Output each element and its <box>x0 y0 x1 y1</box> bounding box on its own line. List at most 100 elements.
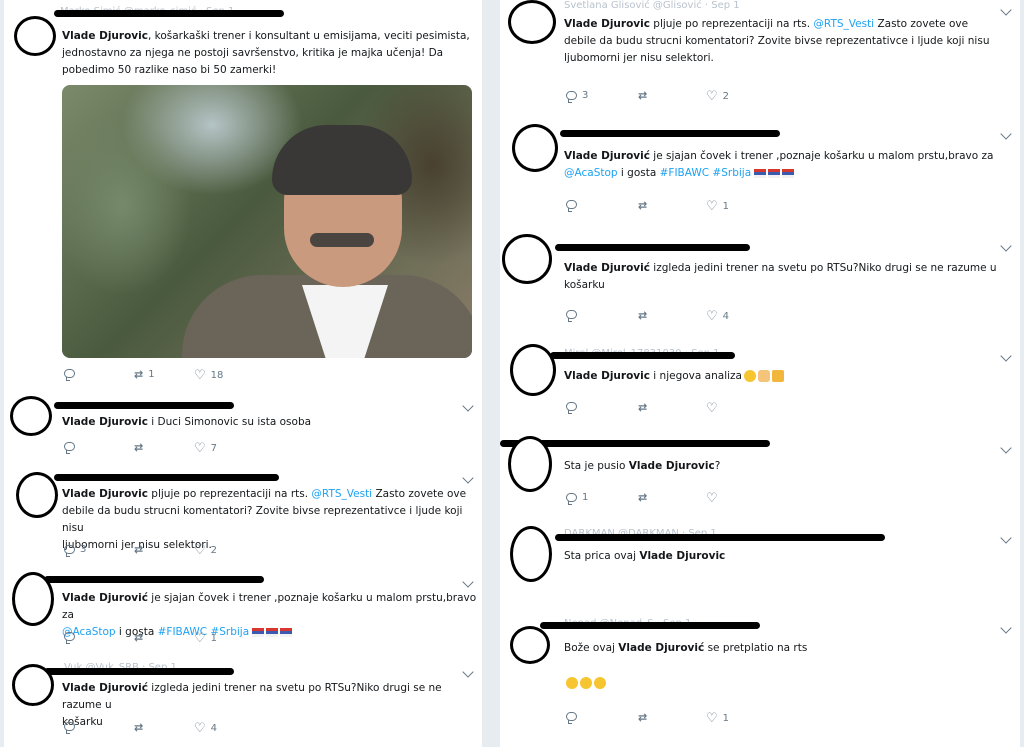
tweet-actions: 1 ⇄ ♡ <box>566 492 866 508</box>
avatar[interactable] <box>10 396 52 436</box>
mention-link[interactable]: @RTS_Vesti <box>311 488 372 500</box>
retweet-button[interactable]: ⇄ <box>638 492 652 503</box>
like-button[interactable]: ♡ 7 <box>194 442 217 455</box>
author-name[interactable]: Vlade Djurovic <box>62 416 148 428</box>
like-button[interactable]: ♡ 4 <box>194 722 217 735</box>
thinking-emoji-icon <box>594 677 606 689</box>
retweet-button[interactable]: ⇄ <box>638 310 652 321</box>
retweet-button[interactable]: ⇄ <box>134 632 148 643</box>
chevron-down-icon[interactable] <box>1000 240 1012 252</box>
like-button[interactable]: ♡ 1 <box>194 632 217 645</box>
like-button[interactable]: ♡ 1 <box>706 200 729 213</box>
avatar[interactable] <box>502 234 552 284</box>
like-button[interactable]: ♡ 4 <box>706 310 729 323</box>
heart-icon: ♡ <box>706 711 718 726</box>
like-button[interactable]: ♡ 2 <box>706 90 729 103</box>
tweet-header: Svetlana Glisović @Glisović · Sep 1 <box>564 0 740 11</box>
retweet-button[interactable]: ⇄ <box>638 90 652 101</box>
like-button[interactable]: ♡ <box>706 492 723 505</box>
tweet[interactable]: DARKMAN @DARKMAN · Sep 1 Sta prica ovaj … <box>500 518 1020 611</box>
chevron-down-icon[interactable] <box>1000 442 1012 454</box>
reply-button[interactable] <box>64 369 80 381</box>
tweet[interactable]: Nenad @Nenad_S · Sep 1 Bože ovaj Vlade D… <box>500 610 1020 747</box>
retweet-button[interactable]: ⇄ <box>638 402 652 413</box>
redaction-scribble <box>560 130 780 137</box>
chevron-down-icon[interactable] <box>1000 128 1012 140</box>
tweet[interactable]: Sta je pusio Vlade Djurovic? 1 ⇄ ♡ <box>500 426 1020 519</box>
tweet[interactable]: Marko Simić @marko_simić · Sep 1 Vlade D… <box>4 0 482 391</box>
author-name[interactable]: Vlade Djurović <box>62 682 148 694</box>
avatar[interactable] <box>508 0 556 44</box>
avatar[interactable] <box>12 572 54 626</box>
reply-icon <box>566 712 577 724</box>
tweet[interactable]: Mirel @Mirel_17831030 · Sep 1 Vlade Djur… <box>500 336 1020 427</box>
chevron-down-icon[interactable] <box>1000 532 1012 544</box>
tweet[interactable]: Svetlana Glisović @Glisović · Sep 1 Vlad… <box>500 0 1020 119</box>
reply-button[interactable]: 3 <box>566 90 588 103</box>
reply-button[interactable] <box>566 712 582 724</box>
tweet[interactable]: Vlade Djurović je sjajan čovek i trener … <box>4 566 482 657</box>
mention-link[interactable]: @AcaStop <box>564 167 618 179</box>
avatar[interactable] <box>16 472 58 518</box>
author-name[interactable]: Vlade Djurovic <box>629 460 715 472</box>
chevron-down-icon[interactable] <box>462 400 474 412</box>
avatar[interactable] <box>12 664 54 706</box>
reply-button[interactable] <box>64 722 80 734</box>
reply-button[interactable] <box>566 402 582 414</box>
avatar[interactable] <box>14 16 56 56</box>
reply-button[interactable] <box>566 200 582 212</box>
retweet-button[interactable]: ⇄ <box>134 442 148 453</box>
tweet[interactable]: Vlade Djurović izgleda jedini trener na … <box>500 226 1020 337</box>
reply-button[interactable] <box>64 632 80 644</box>
tweet-text: Vlade Djurović izgleda jedini trener na … <box>564 262 997 291</box>
chevron-down-icon[interactable] <box>462 472 474 484</box>
author-name[interactable]: Vlade Djurovic <box>639 550 725 562</box>
retweet-button[interactable]: ⇄ <box>134 544 148 555</box>
like-button[interactable]: ♡ 18 <box>194 369 223 382</box>
tweet[interactable]: Vuk @Vuk_SRB · Sep 1 Vlade Djurović izgl… <box>4 656 482 747</box>
mention-link[interactable]: @RTS_Vesti <box>813 18 874 30</box>
heart-icon: ♡ <box>194 631 206 646</box>
retweet-button[interactable]: ⇄ 1 <box>134 369 155 380</box>
retweet-icon: ⇄ <box>134 631 144 644</box>
chevron-down-icon[interactable] <box>462 666 474 678</box>
like-button[interactable]: ♡ 2 <box>194 544 217 557</box>
avatar[interactable] <box>512 124 558 172</box>
avatar[interactable] <box>510 526 552 582</box>
reply-icon <box>566 402 577 414</box>
reply-icon <box>64 632 75 644</box>
avatar[interactable] <box>510 626 550 664</box>
tweet[interactable]: Vlade Djurović je sjajan čovek i trener … <box>500 118 1020 227</box>
chevron-down-icon[interactable] <box>1000 350 1012 362</box>
retweet-button[interactable]: ⇄ <box>134 722 148 733</box>
chevron-down-icon[interactable] <box>1000 622 1012 634</box>
reply-button[interactable]: 1 <box>566 492 588 505</box>
retweet-icon: ⇄ <box>638 309 648 322</box>
hashtag-links[interactable]: #FIBAWC #Srbija <box>660 167 752 179</box>
author-name[interactable]: Vlade Djurovic <box>62 30 148 42</box>
redaction-scribble <box>540 622 760 629</box>
reply-button[interactable]: 3 <box>64 544 86 557</box>
author-name[interactable]: Vlade Djurovic <box>564 370 650 382</box>
author-name[interactable]: Vlade Djurović <box>564 150 650 162</box>
author-name[interactable]: Vlade Djurovic <box>564 18 650 30</box>
tweet[interactable]: Vlade Djurovic i Duci Simonovic su ista … <box>4 390 482 463</box>
tweet-photo[interactable] <box>62 85 472 358</box>
author-name[interactable]: Vlade Djurović <box>564 262 650 274</box>
tweet[interactable]: Vlade Djurovic pljuje po reprezentaciji … <box>4 462 482 567</box>
author-name[interactable]: Vlade Djurovic <box>62 488 148 500</box>
avatar[interactable] <box>510 344 556 396</box>
retweet-button[interactable]: ⇄ <box>638 712 652 723</box>
retweet-button[interactable]: ⇄ <box>638 200 652 211</box>
heart-icon: ♡ <box>194 721 206 736</box>
like-button[interactable]: ♡ <box>706 402 723 415</box>
author-name[interactable]: Vlade Djurović <box>62 592 148 604</box>
reply-button[interactable] <box>566 310 582 322</box>
like-button[interactable]: ♡ 1 <box>706 712 729 725</box>
chevron-down-icon[interactable] <box>462 576 474 588</box>
chevron-down-icon[interactable] <box>1000 4 1012 16</box>
author-name[interactable]: Vlade Djurović <box>618 642 704 654</box>
retweet-icon: ⇄ <box>638 89 648 102</box>
avatar[interactable] <box>508 436 552 492</box>
reply-button[interactable] <box>64 442 80 454</box>
